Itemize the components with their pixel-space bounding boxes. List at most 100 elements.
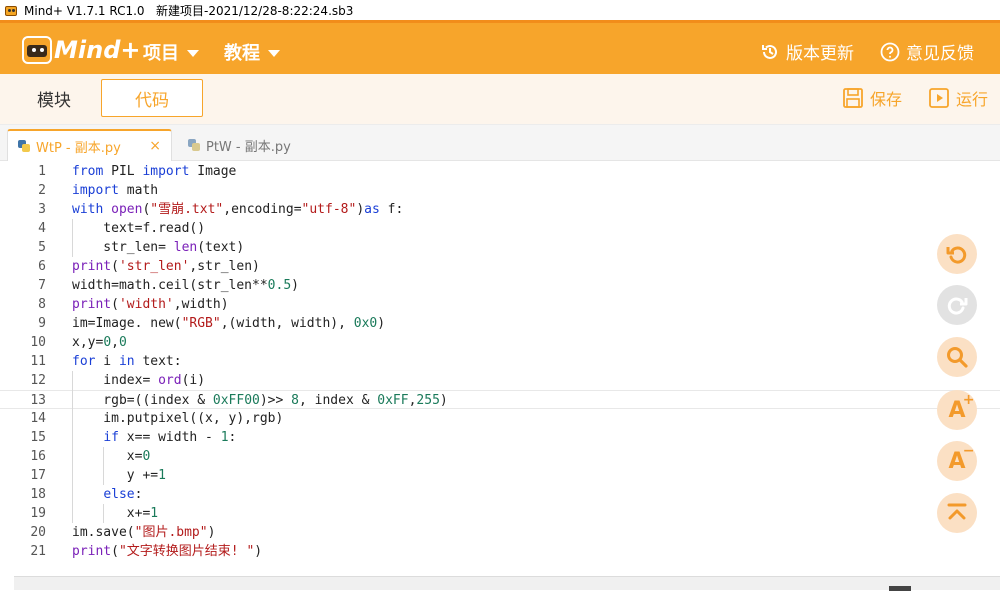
code-line[interactable]: 2 import math — [0, 181, 1000, 200]
line-number: 15 — [30, 430, 46, 445]
indent-guide — [103, 504, 104, 523]
code-text[interactable]: str_len= len(text) — [72, 238, 244, 257]
code-line[interactable]: 3 with open("雪崩.txt",encoding="utf-8")as … — [0, 200, 1000, 219]
line-number: 1 — [38, 164, 46, 179]
scroll-top-button[interactable] — [937, 493, 977, 533]
line-number: 13 — [30, 393, 46, 408]
code-line[interactable]: 13 rgb=((index & 0xFF00)>> 8, index & 0x… — [0, 390, 1000, 409]
code-text[interactable]: text=f.read() — [72, 219, 205, 238]
run-button[interactable]: 运行 — [928, 86, 988, 110]
file-tab-label: WtP - 副本.py — [36, 140, 121, 156]
code-text[interactable]: with open("雪崩.txt",encoding="utf-8")as f… — [72, 200, 403, 219]
code-line[interactable]: 14 im.putpixel((x, y),rgb) — [0, 409, 1000, 428]
line-number: 6 — [38, 259, 46, 274]
menu-tutorial-label: 教程 — [224, 43, 260, 64]
code-text[interactable]: index= ord(i) — [72, 371, 205, 390]
window-title: Mind+ V1.7.1 RC1.0 新建项目-2021/12/28-8:22:… — [24, 3, 354, 18]
close-icon[interactable]: × — [149, 138, 161, 154]
tab-blocks-label: 模块 — [37, 90, 71, 111]
python-file-icon — [18, 140, 30, 152]
code-text[interactable]: width=math.ceil(str_len**0.5) — [72, 276, 299, 295]
tab-code[interactable]: 代码 — [101, 79, 203, 117]
line-number: 21 — [30, 544, 46, 559]
code-line[interactable]: 16 x=0 — [0, 447, 1000, 466]
undo-button[interactable] — [937, 234, 977, 274]
code-text[interactable]: x+=1 — [72, 504, 158, 523]
code-line[interactable]: 9 im=Image. new("RGB",(width, width), 0x0… — [0, 314, 1000, 333]
code-line[interactable]: 8 print('width',width) — [0, 295, 1000, 314]
code-line[interactable]: 7 width=math.ceil(str_len**0.5) — [0, 276, 1000, 295]
redo-button[interactable] — [937, 285, 977, 325]
code-line[interactable]: 4 text=f.read() — [0, 219, 1000, 238]
search-button[interactable] — [937, 337, 977, 377]
line-number: 9 — [38, 316, 46, 331]
font-decrease-icon: A − — [948, 442, 975, 474]
code-text[interactable]: if x== width - 1: — [72, 428, 236, 447]
code-text[interactable]: x=0 — [72, 447, 151, 466]
line-number: 12 — [30, 373, 46, 388]
mindplus-app-icon — [4, 3, 18, 17]
code-text[interactable]: rgb=((index & 0xFF00)>> 8, index & 0xFF,… — [72, 391, 447, 410]
code-text[interactable]: im.putpixel((x, y),rgb) — [72, 409, 283, 428]
horizontal-scrollbar[interactable] — [14, 576, 1000, 591]
file-tab-wtp[interactable]: WtP - 副本.py × — [7, 129, 172, 161]
line-number: 5 — [38, 240, 46, 255]
font-increase-button[interactable]: A + — [937, 390, 977, 430]
code-line[interactable]: 17 y +=1 — [0, 466, 1000, 485]
logo-text: Mind+ — [54, 36, 141, 64]
code-line[interactable]: 12 index= ord(i) — [0, 371, 1000, 390]
menu-tutorial[interactable]: 教程 — [224, 39, 280, 65]
version-update-label: 版本更新 — [786, 44, 854, 64]
indent-guide — [103, 447, 104, 485]
code-line[interactable]: 20 im.save("图片.bmp") — [0, 523, 1000, 542]
code-text[interactable]: x,y=0,0 — [72, 333, 127, 352]
undo-icon — [946, 246, 967, 264]
line-number: 10 — [30, 335, 46, 350]
code-text[interactable]: print("文字转换图片结束! ") — [72, 542, 262, 561]
line-number: 8 — [38, 297, 46, 312]
feedback-button[interactable]: 意见反馈 — [880, 39, 974, 64]
line-number: 18 — [30, 487, 46, 502]
code-line[interactable]: 19 x+=1 — [0, 504, 1000, 523]
code-text[interactable]: for i in text: — [72, 352, 182, 371]
code-text[interactable]: from PIL import Image — [72, 162, 236, 181]
run-label: 运行 — [956, 90, 989, 109]
line-number: 4 — [38, 221, 46, 236]
code-line[interactable]: 18 else: — [0, 485, 1000, 504]
code-text[interactable]: print('width',width) — [72, 295, 229, 314]
code-line[interactable]: 5 str_len= len(text) — [0, 238, 1000, 257]
history-icon — [762, 44, 777, 59]
code-line[interactable]: 10 x,y=0,0 — [0, 333, 1000, 352]
code-editor[interactable]: 1 from PIL import Image 2 import math 3 with … — [0, 161, 1000, 576]
help-circle-icon — [880, 42, 900, 61]
version-update-button[interactable]: 版本更新 — [760, 39, 854, 64]
scroll-top-icon — [947, 503, 967, 520]
code-line[interactable]: 15 if x== width - 1: — [0, 428, 1000, 447]
code-text[interactable]: print('str_len',str_len) — [72, 257, 260, 276]
code-text[interactable]: else: — [72, 485, 142, 504]
save-button[interactable]: 保存 — [842, 86, 902, 110]
save-icon — [843, 88, 863, 108]
app-header: Mind+ 项目 教程 版本更新 意见反馈 — [0, 20, 1000, 74]
python-file-icon — [188, 139, 200, 151]
font-decrease-button[interactable]: A − — [937, 441, 977, 481]
code-line[interactable]: 1 from PIL import Image — [0, 162, 1000, 181]
menu-project[interactable]: 项目 — [143, 39, 199, 65]
search-icon — [947, 347, 968, 368]
code-line[interactable]: 21 print("文字转换图片结束! ") — [0, 542, 1000, 561]
code-text[interactable]: im.save("图片.bmp") — [72, 523, 215, 542]
code-line[interactable]: 6 print('str_len',str_len) — [0, 257, 1000, 276]
code-text[interactable]: im=Image. new("RGB",(width, width), 0x0) — [72, 314, 385, 333]
indent-guide — [72, 371, 73, 523]
code-line[interactable]: 11 for i in text: — [0, 352, 1000, 371]
file-tab-ptw[interactable]: PtW - 副本.py — [178, 129, 328, 161]
line-number: 20 — [30, 525, 46, 540]
code-text[interactable]: import math — [72, 181, 158, 200]
font-increase-icon: A + — [948, 391, 975, 423]
line-number: 17 — [30, 468, 46, 483]
feedback-label: 意见反馈 — [906, 44, 974, 64]
tab-blocks[interactable]: 模块 — [5, 79, 103, 117]
line-number: 16 — [30, 449, 46, 464]
file-tab-label: PtW - 副本.py — [206, 139, 291, 155]
code-text[interactable]: y +=1 — [72, 466, 166, 485]
